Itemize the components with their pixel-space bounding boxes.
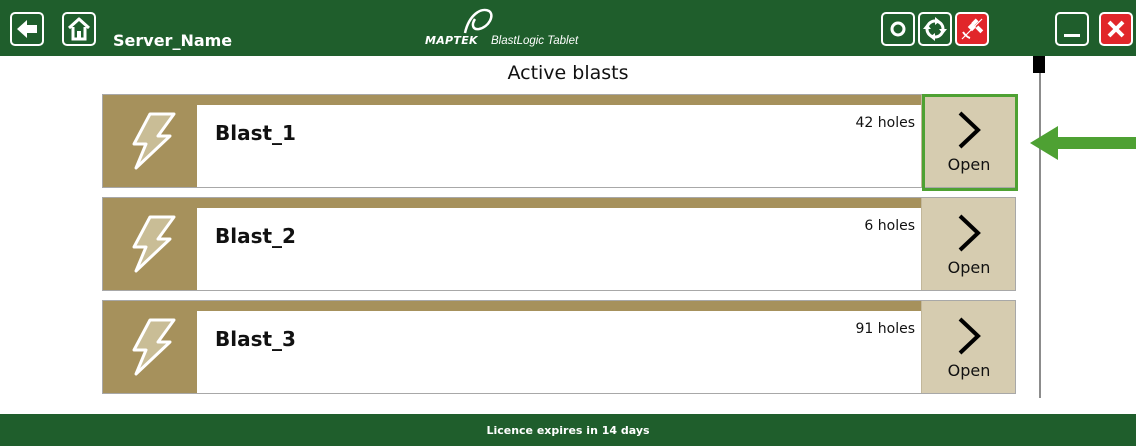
open-blast-button[interactable]: Open: [921, 95, 1015, 187]
annotation-arrow-icon: [1030, 126, 1136, 160]
sync-icon: [923, 17, 947, 41]
open-blast-button[interactable]: Open: [921, 198, 1015, 290]
chevron-right-icon: [958, 317, 981, 355]
scrollbar-thumb[interactable]: [1033, 56, 1045, 73]
home-button[interactable]: [62, 12, 96, 46]
open-blast-button[interactable]: Open: [921, 301, 1015, 393]
gps-status-button[interactable]: [955, 12, 989, 46]
maptek-logo: MAPTEK BlastLogic Tablet: [425, 5, 665, 49]
blast-name: Blast_1: [215, 121, 296, 145]
minimize-icon: [1064, 34, 1080, 37]
lightning-bolt-icon: [132, 215, 176, 273]
home-icon: [67, 17, 91, 41]
logo-product: BlastLogic Tablet: [491, 35, 579, 47]
lightning-bolt-icon: [132, 112, 176, 170]
satellite-disconnected-icon: [961, 18, 984, 40]
card-top-strip: [197, 301, 1015, 311]
logo-brand: MAPTEK: [425, 34, 478, 47]
blast-name: Blast_3: [215, 327, 296, 351]
blast-icon-panel: [103, 301, 197, 393]
sync-button[interactable]: [918, 12, 952, 46]
blast-hole-count: 42 holes: [855, 115, 916, 131]
chevron-right-icon: [958, 214, 981, 252]
server-name: Server_Name: [113, 31, 233, 50]
blast-icon-panel: [103, 198, 197, 290]
card-top-strip: [197, 95, 1015, 105]
refresh-button[interactable]: [881, 12, 915, 46]
footer-bar: Licence expires in 14 days: [0, 414, 1136, 446]
maptek-logo-mark-icon: [463, 8, 493, 34]
close-icon: [1107, 20, 1125, 38]
scrollbar-track[interactable]: [1039, 56, 1041, 398]
lightning-bolt-icon: [132, 318, 176, 376]
blast-card[interactable]: Blast_1 42 holes Open: [102, 94, 1016, 188]
open-label: Open: [947, 361, 991, 380]
blast-hole-count: 6 holes: [864, 218, 915, 234]
blast-card[interactable]: Blast_2 6 holes Open: [102, 197, 1016, 291]
blast-hole-count: 91 holes: [855, 321, 916, 337]
back-button[interactable]: [10, 12, 44, 46]
close-button[interactable]: [1099, 12, 1133, 46]
blast-icon-panel: [103, 95, 197, 187]
blast-name: Blast_2: [215, 224, 296, 248]
refresh-icon: [890, 21, 906, 37]
chevron-right-icon: [958, 111, 981, 149]
blast-card[interactable]: Blast_3 91 holes Open: [102, 300, 1016, 394]
back-arrow-icon: [17, 20, 37, 38]
open-label: Open: [947, 155, 991, 174]
page-title: Active blasts: [507, 62, 629, 84]
licence-status: Licence expires in 14 days: [486, 424, 650, 437]
minimize-button[interactable]: [1055, 12, 1089, 46]
top-bar: Server_Name MAPTEK BlastLogic Tablet: [0, 0, 1136, 56]
open-label: Open: [947, 258, 991, 277]
card-top-strip: [197, 198, 1015, 208]
